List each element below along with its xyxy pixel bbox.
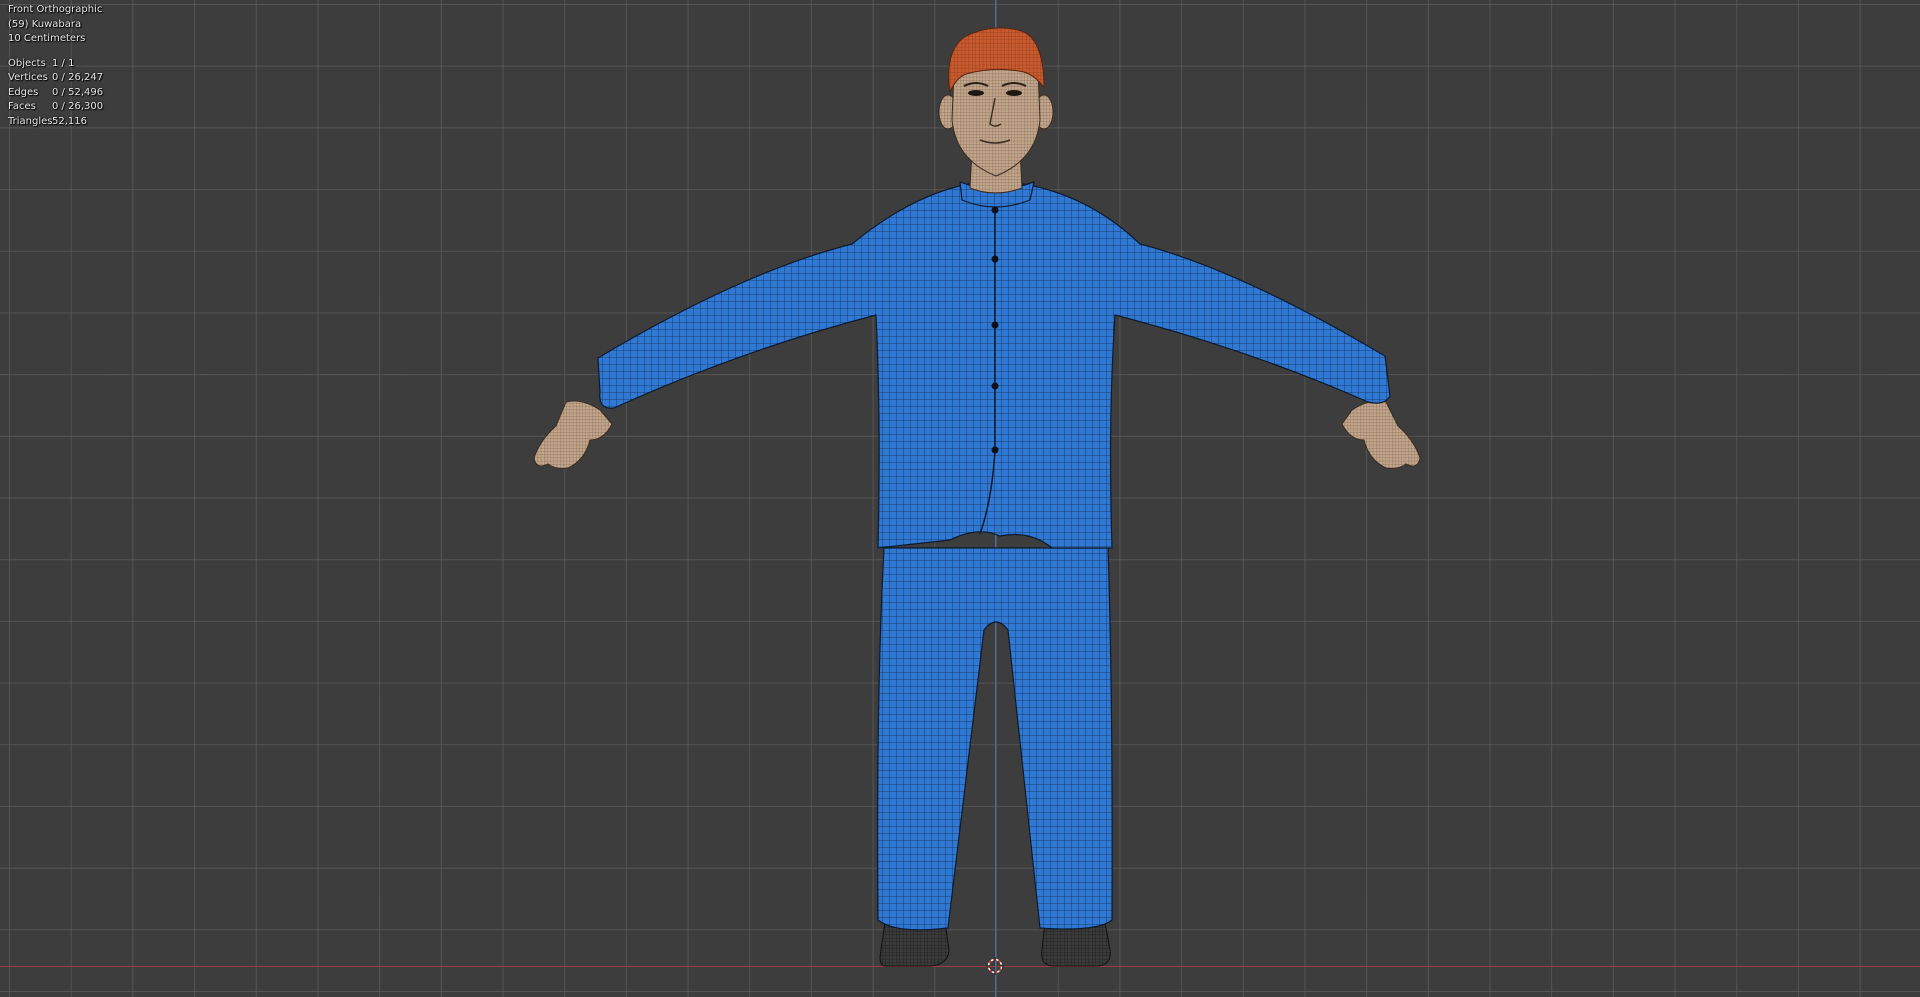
jacket-button-4 xyxy=(991,382,999,390)
stat-label: Faces xyxy=(8,101,36,112)
viewport-info-overlay: Front Orthographic (59) Kuwabara 10 Cent… xyxy=(8,3,103,129)
stat-value: 0 / 52,496 xyxy=(52,86,104,98)
stat-label: Triangles xyxy=(8,115,53,127)
3d-viewport[interactable]: Front Orthographic (59) Kuwabara 10 Cent… xyxy=(0,0,1920,997)
character-mesh-kuwabara[interactable] xyxy=(0,0,1920,997)
jacket-button-5 xyxy=(991,446,999,454)
grid-scale-label: 10 Centimeters xyxy=(8,33,86,44)
object-name-label: (59) Kuwabara xyxy=(8,18,82,30)
right-eye xyxy=(1006,90,1022,96)
jacket-button-2 xyxy=(991,255,999,263)
stat-label: Edges xyxy=(8,86,39,98)
left-hand xyxy=(533,400,613,469)
jacket-button-3 xyxy=(991,321,999,329)
jacket-button-1 xyxy=(991,206,999,214)
stat-value: 0 / 26,247 xyxy=(52,72,104,83)
stat-objects: Objects 1 / 1 xyxy=(8,57,103,72)
stat-faces: Faces 0 / 26,300 xyxy=(8,100,103,115)
stat-vertices: Vertices 0 / 26,247 xyxy=(8,71,103,86)
jacket xyxy=(597,183,1391,549)
stat-edges: Edges 0 / 52,496 xyxy=(8,86,103,101)
stat-label: Objects xyxy=(8,57,46,69)
stat-triangles: Triangles 52,116 xyxy=(8,115,103,130)
left-eye xyxy=(968,90,984,96)
3d-cursor-icon[interactable] xyxy=(986,957,1004,975)
stat-value: 1 / 1 xyxy=(52,57,75,69)
right-hand xyxy=(1341,400,1421,469)
head xyxy=(951,62,1041,177)
view-name-label: Front Orthographic xyxy=(8,4,103,15)
stat-value: 52,116 xyxy=(52,115,87,127)
stat-value: 0 / 26,300 xyxy=(52,101,104,112)
pants xyxy=(877,547,1113,931)
stat-label: Vertices xyxy=(8,72,48,83)
